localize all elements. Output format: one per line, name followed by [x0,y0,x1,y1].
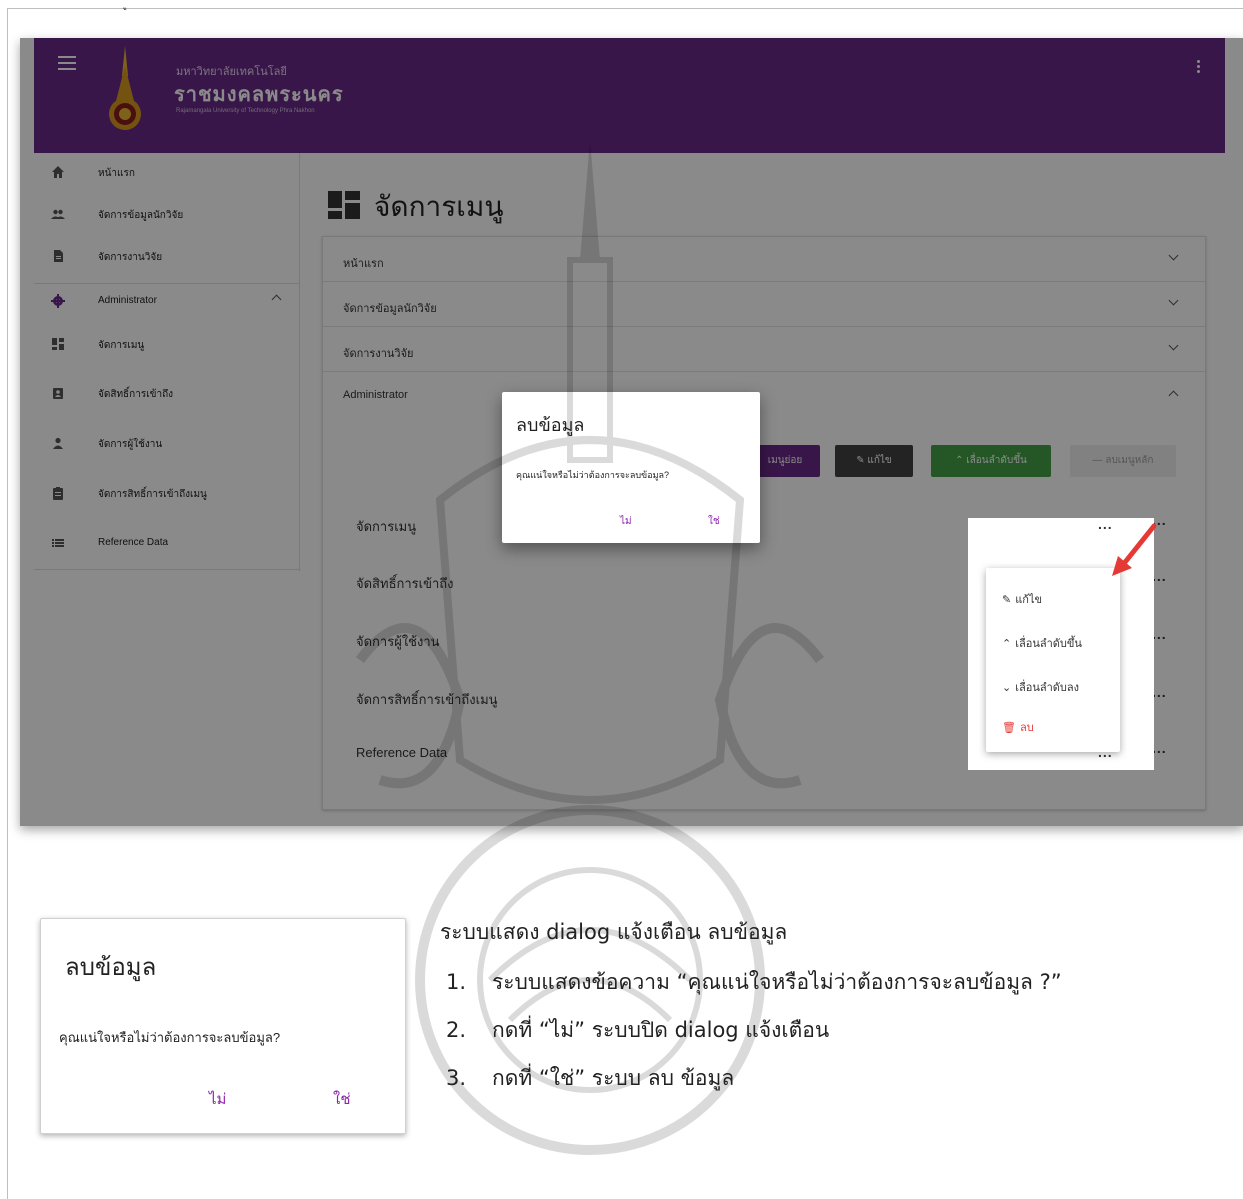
dialog-message: คุณแน่ใจหรือไม่ว่าต้องการจะลบข้อมูล? [59,1030,281,1045]
step-text: กดที่ “ใช่” ระบบ ลบ ข้อมูล [492,1066,735,1090]
menu-item-move-up[interactable]: ⌃ เลื่อนลำดับขึ้น [1002,634,1082,652]
step-text: ระบบแสดงข้อความ “คุณแน่ใจหรือไม่ว่าต้องก… [492,970,1062,994]
delete-confirm-dialog-enlarged: ลบข้อมูล คุณแน่ใจหรือไม่ว่าต้องการจะลบข้… [40,918,406,1134]
dialog-no-button[interactable]: ไม่ [209,1087,226,1111]
dialog-title: ลบข้อมูล [516,415,585,435]
delete-confirm-dialog: ลบข้อมูล คุณแน่ใจหรือไม่ว่าต้องการจะลบข้… [502,392,760,543]
red-arrow-annotation [1112,523,1157,576]
dialog-yes-button[interactable]: ใช่ [708,514,720,529]
app-screenshot: มหาวิทยาลัยเทคโนโลยี ราชมงคลพระนคร Rajam… [20,38,1243,826]
menu-item-label: เลื่อนลำดับขึ้น [1015,638,1082,650]
dialog-message: คุณแน่ใจหรือไม่ว่าต้องการจะลบข้อมูล? [516,470,670,480]
pencil-icon: ✎ [1002,594,1012,606]
menu-item-label: แก้ไข [1015,594,1043,606]
menu-item-edit[interactable]: ✎ แก้ไข [1002,590,1042,608]
row-context-menu: ✎ แก้ไข ⌃ เลื่อนลำดับขึ้น ⌄ เลื่อนลำดับลง 🗑… [986,568,1120,752]
dialog-no-button[interactable]: ไม่ [620,514,632,529]
menu-item-label: ลบ [1019,722,1034,734]
dialog-yes-button[interactable]: ใช่ [333,1087,351,1111]
step-text: กดที่ “ไม่” ระบบปิด dialog แจ้งเตือน [492,1018,830,1042]
description-step: 1. ระบบแสดงข้อความ “คุณแน่ใจหรือไม่ว่าต้อ… [446,966,1062,999]
menu-item-delete[interactable]: 🗑 ลบ [1002,718,1034,736]
description-step: 2. กดที่ “ไม่” ระบบปิด dialog แจ้งเตือน [446,1014,829,1047]
chevron-up-icon: ⌃ [1002,638,1012,650]
menu-item-label: เลื่อนลำดับลง [1015,682,1080,694]
description-intro: ระบบแสดง dialog แจ้งเตือน ลบข้อมูล [440,920,788,944]
description-step: 3. กดที่ “ใช่” ระบบ ลบ ข้อมูล [446,1062,734,1095]
chevron-down-icon: ⌄ [1002,682,1012,694]
step-number: 2. [446,1018,467,1042]
trash-icon: 🗑 [1002,722,1016,734]
dialog-title: ลบข้อมูล [65,954,157,981]
menu-item-move-down[interactable]: ⌄ เลื่อนลำดับลง [1002,678,1079,696]
step-number: 3. [446,1066,467,1090]
step-number: 1. [446,970,467,994]
